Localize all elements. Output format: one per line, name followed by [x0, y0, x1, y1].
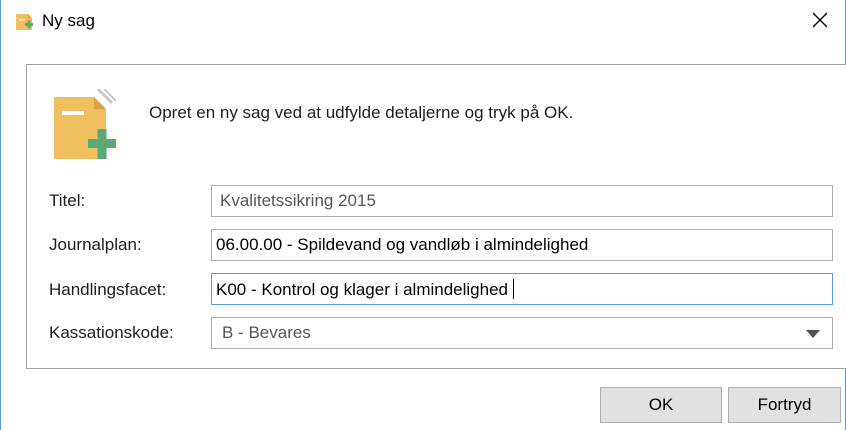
text-caret: [513, 279, 515, 299]
kassationskode-value: B - Bevares: [222, 323, 311, 342]
titel-label-text: Titel:: [49, 191, 86, 210]
dropdown-arrow-icon[interactable]: [806, 330, 820, 338]
handlingsfacet-value: K00 - Kontrol og klager i almindelighed: [216, 280, 509, 299]
form-panel: Opret en ny sag ved at udfylde detaljern…: [26, 64, 846, 369]
handlingsfacet-label: Handlingsfacet:: [49, 280, 167, 299]
title-bar: Ny sag: [1, 0, 845, 42]
journalplan-field[interactable]: 06.00.00 - Spildevand og vandløb i almin…: [211, 229, 833, 261]
titel-label: Titel:: [49, 191, 85, 211]
titel-field[interactable]: Kvalitetssikring 2015: [211, 185, 833, 217]
handlingsfacet-field[interactable]: K00 - Kontrol og klager i almindelighed: [211, 273, 833, 305]
journalplan-value: 06.00.00 - Spildevand og vandløb i almin…: [216, 235, 589, 254]
ok-button[interactable]: OK: [600, 387, 722, 423]
close-icon: [812, 12, 828, 28]
new-case-icon: [16, 14, 33, 30]
close-button[interactable]: [797, 0, 843, 40]
intro-text: Opret en ny sag ved at udfylde detaljern…: [149, 103, 574, 122]
titel-value: Kvalitetssikring 2015: [220, 191, 376, 210]
kassationskode-label: Kassationskode:: [49, 323, 174, 342]
cancel-button[interactable]: Fortryd: [728, 387, 841, 423]
kassationskode-select[interactable]: B - Bevares: [211, 317, 833, 349]
dialog-title: Ny sag: [42, 11, 95, 30]
new-case-dialog: Ny sag Opret en ny sag ved at udfylde de…: [0, 0, 846, 430]
journalplan-label: Journalplan:: [49, 235, 142, 254]
new-case-document-icon: [54, 89, 116, 159]
